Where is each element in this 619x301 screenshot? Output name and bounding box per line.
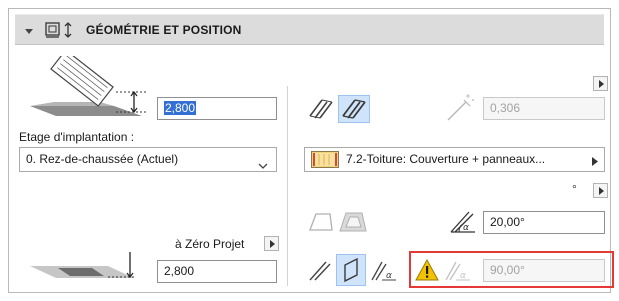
edge-vertical-icon[interactable] bbox=[306, 256, 334, 284]
degree-unit-label: ° bbox=[572, 182, 577, 196]
edge-angle-disabled-icon: α bbox=[443, 256, 473, 284]
edge-perpendicular-icon[interactable] bbox=[336, 254, 366, 286]
elevation-diagram-icon bbox=[30, 250, 140, 289]
magic-wand-icon[interactable] bbox=[444, 92, 476, 124]
roof-thickness-diagram-icon bbox=[30, 49, 154, 121]
thickness-input[interactable]: 2,800 bbox=[157, 97, 277, 120]
pitch-mode-a-icon[interactable] bbox=[306, 96, 336, 122]
section-header[interactable]: GÉOMÉTRIE ET POSITION bbox=[15, 14, 604, 45]
story-label: Etage d'implantation : bbox=[19, 130, 135, 144]
material-picker-button[interactable]: 7.2-Toiture: Couverture + panneaux... bbox=[304, 147, 605, 172]
pitch-value-input[interactable]: 0,306 bbox=[483, 97, 605, 120]
solid-shape-icon[interactable] bbox=[337, 209, 369, 235]
column-divider bbox=[287, 86, 288, 286]
svg-text:α: α bbox=[386, 271, 392, 281]
geometry-position-icon bbox=[44, 21, 78, 42]
outline-shape-icon[interactable] bbox=[306, 210, 336, 234]
reference-level-button[interactable] bbox=[264, 236, 279, 251]
material-swatch-icon bbox=[311, 151, 339, 168]
expand-button[interactable] bbox=[593, 76, 608, 91]
zero-project-label: à Zéro Projet bbox=[175, 237, 245, 251]
edge-angle-icon[interactable]: α bbox=[369, 256, 399, 284]
slope-angle-input[interactable]: 20,00° bbox=[483, 211, 605, 234]
warning-icon bbox=[415, 258, 439, 281]
svg-text:α: α bbox=[463, 223, 469, 233]
svg-text:α: α bbox=[460, 271, 466, 281]
chevron-down-icon[interactable] bbox=[24, 25, 34, 39]
zero-project-elevation-input[interactable]: 2,800 bbox=[157, 260, 277, 283]
section-title: GÉOMÉTRIE ET POSITION bbox=[86, 23, 242, 37]
pitch-mode-b-icon[interactable] bbox=[338, 95, 370, 123]
chevron-down-icon bbox=[258, 155, 268, 178]
angle-options-button[interactable] bbox=[593, 183, 608, 198]
chevron-right-icon bbox=[592, 155, 598, 169]
story-select[interactable]: 0. Rez-de-chaussée (Actuel) bbox=[19, 147, 277, 172]
edge-angle-input[interactable]: 90,00° bbox=[483, 259, 605, 282]
angle-icon: α bbox=[447, 208, 479, 236]
